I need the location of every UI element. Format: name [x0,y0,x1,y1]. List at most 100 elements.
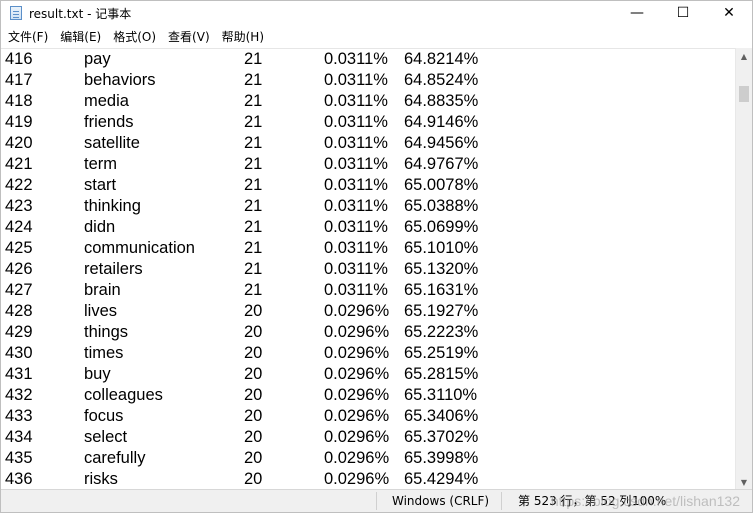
scroll-up-icon[interactable]: ▲ [736,48,752,65]
line-word: things [84,323,129,341]
line-word: media [84,92,129,110]
line-word: select [84,428,128,446]
line-cumulative: 65.2519% [404,344,479,362]
line-word: thinking [84,197,141,215]
line-count: 20 [244,407,263,425]
line-word: buy [84,365,111,383]
title-bar[interactable]: result.txt - 记事本 — ☐ ✕ [1,1,752,25]
close-button[interactable]: ✕ [706,1,752,25]
menu-file[interactable]: 文件(F) [1,26,54,48]
line-percent: 0.0311% [324,197,388,215]
line-percent: 0.0296% [324,470,390,488]
line-count: 21 [244,218,263,236]
line-cumulative: 65.3110% [404,386,478,404]
minimize-icon: — [630,5,644,21]
line-count: 20 [244,428,263,446]
line-index: 426 [5,260,33,278]
line-word: times [84,344,124,362]
text-line: 420 satellite 21 0.0311% 64.9456% [1,133,735,154]
line-cumulative: 64.9146% [404,113,479,131]
text-line: 428 lives 20 0.0296% 65.1927% [1,301,735,322]
text-line: 422 start 21 0.0311% 65.0078% [1,175,735,196]
line-word: satellite [84,134,140,152]
text-editor[interactable]: 416 pay 21 0.0311% 64.8214% 417 behaviors 21 0.0… [1,48,735,492]
status-divider [501,492,502,510]
line-count: 20 [244,344,263,362]
line-count: 21 [244,71,263,89]
line-index: 433 [5,407,33,425]
text-line: 423 thinking 21 0.0311% 65.0388% [1,196,735,217]
line-count: 21 [244,92,263,110]
line-cumulative: 64.8835% [404,92,479,110]
line-percent: 0.0311% [324,113,388,131]
line-cumulative: 65.0388% [404,197,479,215]
line-count: 21 [244,50,263,68]
line-count: 20 [244,470,263,488]
menu-format[interactable]: 格式(O) [107,26,162,48]
window-title: result.txt - 记事本 [29,6,132,21]
line-count: 20 [244,302,263,320]
line-percent: 0.0296% [324,386,390,404]
line-percent: 0.0296% [324,302,390,320]
line-index: 430 [5,344,33,362]
line-percent: 0.0296% [324,344,390,362]
text-line: 425 communication 21 0.0311% 65.1010% [1,238,735,259]
line-percent: 0.0296% [324,428,390,446]
line-index: 431 [5,365,33,383]
line-count: 21 [244,239,263,257]
line-word: carefully [84,449,146,467]
line-index: 429 [5,323,33,341]
line-cumulative: 65.1010% [404,239,479,257]
line-percent: 0.0296% [324,365,390,383]
line-index: 418 [5,92,33,110]
line-index: 416 [5,50,33,68]
line-index: 436 [5,470,33,488]
line-word: retailers [84,260,143,278]
line-cumulative: 65.3702% [404,428,479,446]
maximize-icon: ☐ [676,5,690,21]
scroll-thumb[interactable] [739,86,749,102]
line-count: 21 [244,176,263,194]
line-word: start [84,176,117,194]
menu-view[interactable]: 查看(V) [162,26,216,48]
menu-help[interactable]: 帮助(H) [216,26,270,48]
line-count: 20 [244,449,263,467]
line-cumulative: 65.2815% [404,365,479,383]
minimize-button[interactable]: — [614,1,660,25]
line-index: 434 [5,428,33,446]
line-count: 21 [244,113,263,131]
line-index: 423 [5,197,33,215]
text-line: 427 brain 21 0.0311% 65.1631% [1,280,735,301]
vertical-scrollbar[interactable]: ▲ ▼ [735,48,752,491]
watermark-text: https://blog.csdn.net/lishan132 [550,493,740,509]
line-percent: 0.0311% [324,218,388,236]
line-count: 21 [244,197,263,215]
line-cumulative: 64.9767% [404,155,479,173]
line-percent: 0.0311% [324,50,388,68]
line-word: behaviors [84,71,156,89]
notepad-window: result.txt - 记事本 — ☐ ✕ 文件(F) 编辑(E) 格式(O)… [0,0,753,513]
menu-edit[interactable]: 编辑(E) [54,26,107,48]
status-bar: Windows (CRLF) 第 523 行，第 52 列 100% https… [1,489,752,512]
line-count: 21 [244,155,263,173]
line-index: 435 [5,449,33,467]
line-index: 424 [5,218,33,236]
line-index: 432 [5,386,33,404]
line-word: lives [84,302,118,320]
line-cumulative: 65.1320% [404,260,479,278]
maximize-button[interactable]: ☐ [660,1,706,25]
line-cumulative: 65.3998% [404,449,479,467]
line-percent: 0.0311% [324,71,388,89]
text-line: 434 select 20 0.0296% 65.3702% [1,427,735,448]
close-icon: ✕ [723,5,735,21]
line-index: 420 [5,134,33,152]
line-cumulative: 64.8214% [404,50,479,68]
status-encoding: Windows (CRLF) [392,494,490,508]
line-index: 417 [5,71,33,89]
line-cumulative: 64.8524% [404,71,479,89]
text-line: 417 behaviors 21 0.0311% 64.8524% [1,70,735,91]
line-count: 21 [244,260,263,278]
line-count: 21 [244,134,263,152]
text-line: 419 friends 21 0.0311% 64.9146% [1,112,735,133]
line-count: 20 [244,365,263,383]
